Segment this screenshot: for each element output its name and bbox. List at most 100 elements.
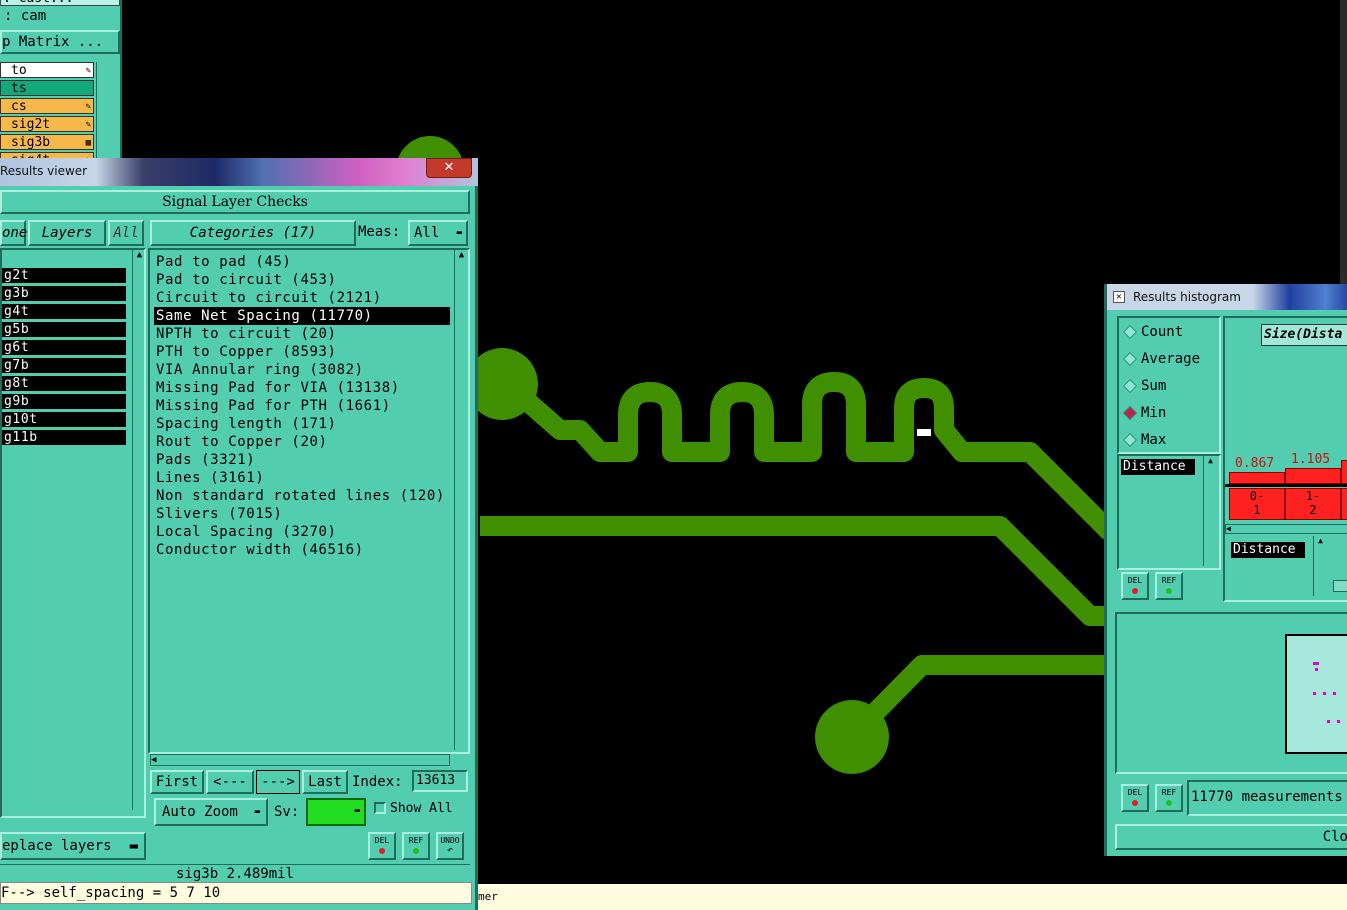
layer-list-item[interactable]: g7b [2,358,126,373]
pcb-trace-serpentine [513,372,1118,540]
category-item[interactable]: Slivers (7015) [154,505,450,523]
category-item[interactable]: Pad to circuit (453) [154,271,450,289]
layer-row[interactable]: sig2t ✎ [0,116,94,132]
category-item[interactable]: Same Net Spacing (11770) [154,307,450,325]
category-item[interactable]: Pads (3321) [154,451,450,469]
index-field[interactable]: 13613 [412,770,468,792]
bin-2[interactable]: 1- 2 [1285,488,1341,520]
layer-list: to✎tscs✎sig2t✎sig3b▦sig4t✎ [0,62,94,170]
hist-bar-2[interactable] [1285,468,1341,484]
radio-max[interactable]: Max [1122,430,1166,450]
red-dot-icon [1132,800,1138,806]
layer-row[interactable]: sig3b ▦ [0,134,94,150]
index-label: Index: [352,774,403,790]
layer-list-item[interactable]: g6t [2,340,126,355]
hist-list-item-2[interactable]: Distance [1231,542,1305,558]
category-item[interactable]: Lines (3161) [154,469,450,487]
category-item[interactable]: Pad to pad (45) [154,253,450,271]
matrix-panel: : cast... : cam p Matrix ... to✎ ts cs✎ sig… [0,0,122,168]
radio-sum[interactable]: Sum [1122,376,1166,396]
last-button[interactable]: Last [302,770,348,794]
hist-list-item[interactable]: Distance [1121,459,1195,475]
tab-all[interactable]: All [108,220,144,246]
layer-list-item[interactable]: g2t [2,268,126,283]
layer-row[interactable]: cs ✎ [0,98,94,114]
pcb-trace-middle [480,516,1110,626]
category-item[interactable]: Non standard rotated lines (120) [154,487,450,505]
tab-layers[interactable]: Layers [28,220,106,246]
category-item[interactable]: Circuit to circuit (2121) [154,289,450,307]
category-item[interactable]: Missing Pad for PTH (1661) [154,397,450,415]
hist-ref-button-2[interactable]: REF [1155,784,1183,812]
categories-scrollbar[interactable]: ▲ [454,250,468,750]
category-item[interactable]: VIA Annular ring (3082) [154,361,450,379]
radio-average[interactable]: Average [1122,349,1200,369]
meas-dropdown[interactable]: All ▬ [408,220,468,246]
layer-list-item[interactable]: g11b [2,430,126,445]
replace-layers-button[interactable]: eplace layers ▬ [0,832,146,860]
layer-list-item[interactable]: g3b [2,286,126,301]
hist-del-button-2[interactable]: DEL [1121,784,1149,812]
command-line[interactable]: F--> self_spacing = 5 7 10 [0,882,472,904]
hist-bar-1[interactable] [1229,472,1285,484]
category-item[interactable]: Rout to Copper (20) [154,433,450,451]
hist-ref-button-1[interactable]: REF [1155,572,1183,600]
green-dot-icon [1166,588,1172,594]
next-button[interactable]: ---> [256,770,300,794]
layer-name: sig2t [11,117,51,132]
show-all-checkbox[interactable] [374,802,386,814]
header-label: Signal Layer Checks [162,194,308,210]
ref-button[interactable]: REF [402,832,430,860]
size-label-box: Size(Dista [1261,324,1347,346]
close-button[interactable]: ✕ [426,158,472,178]
category-item[interactable]: NPTH to circuit (20) [154,325,450,343]
categories-button[interactable]: Categories (17) [150,220,356,246]
layer-list-item[interactable]: g4t [2,304,126,319]
mode-radio-group: Count Average Sum Min Max [1117,316,1221,454]
categories-list[interactable]: Pad to pad (45) Pad to circuit (453) Circu… [148,248,470,754]
bar-value-2: 1.105 [1291,452,1331,467]
preview-map[interactable] [1285,634,1347,754]
checks-header: Signal Layer Checks [0,190,470,214]
hist-ref-label: REF [1161,576,1177,585]
green-dot-icon [413,848,419,854]
green-dot-icon [1166,800,1172,806]
layer-list-item[interactable]: g9b [2,394,126,409]
radio-count[interactable]: Count [1122,322,1183,342]
prev-button[interactable]: <--- [206,770,254,794]
layer-row[interactable]: ts [0,80,94,96]
step-label: : cam [4,8,47,24]
sv-color-dropdown[interactable]: ▬ [306,798,366,826]
bottom-bar: mer [478,884,1347,910]
radio-min[interactable]: Min [1122,403,1167,423]
layer-list-item[interactable]: g5b [2,322,126,337]
tab-none[interactable]: one [0,220,27,246]
del-button[interactable]: DEL [368,832,396,860]
layer-row[interactable]: to ✎ [0,62,94,78]
category-item[interactable]: PTH to Copper (8593) [154,343,450,361]
category-item[interactable]: Local Spacing (3270) [154,523,450,541]
bin-3[interactable] [1341,488,1347,520]
category-item[interactable]: Conductor width (46516) [154,541,450,559]
layer-list-item[interactable]: g10t [2,412,126,427]
undo-button[interactable]: UNDO ↶ [436,832,464,860]
hist-bar-3[interactable] [1341,460,1347,484]
layer-list-item[interactable]: g8t [2,376,126,391]
bin-1[interactable]: 0- 1 [1229,488,1285,520]
radio-diamond-icon [1122,432,1138,448]
category-item[interactable]: Missing Pad for VIA (13138) [154,379,450,397]
auto-zoom-dropdown[interactable]: Auto Zoom ▬ [154,798,268,826]
size-label: Size(Dista [1264,327,1343,342]
hist-del-button-1[interactable]: DEL [1121,572,1149,600]
pcb-trace-lower [844,655,1110,744]
job-line: : cast... [0,0,120,6]
close-histogram-button[interactable]: Clo [1115,824,1347,850]
radio-label: Min [1141,405,1167,421]
first-button[interactable]: First [150,770,204,794]
del-label: DEL [374,836,390,845]
pen-icon: ✎ [85,120,91,130]
category-item[interactable]: Spacing length (171) [154,415,450,433]
auto-zoom-label: Auto Zoom [162,804,238,820]
matrix-button[interactable]: p Matrix ... [0,30,120,54]
layers-scrollbar[interactable]: ▲ [132,250,146,810]
